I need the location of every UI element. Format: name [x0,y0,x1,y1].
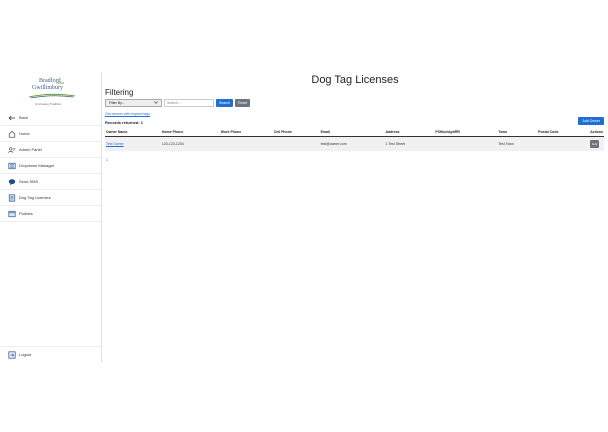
col-email[interactable]: Email [319,128,385,137]
cell-email: test@owner.com [319,136,385,151]
filter-select-value: Filter By... [109,101,125,105]
table-header-row: Owner Name Home Phone Work Phone Cell Ph… [105,128,604,137]
logout-label: Logout [19,352,32,357]
filter-heading: Filtering [105,88,134,97]
sidebar: Bradford West Gwillimbury A Growing Trad… [0,72,102,362]
expired-tags-link[interactable]: Get owners with expired tags [105,112,150,116]
list-icon [7,162,17,170]
home-icon [7,130,17,138]
edit-button[interactable]: Edit [590,140,600,148]
logo-tagline: A Growing Tradition [35,102,62,106]
col-address[interactable]: Address [384,128,435,137]
cell-cell-phone [272,136,320,151]
cell-postal-code [537,136,590,151]
sidebar-item-dropdown-manager[interactable]: Dropdown Manager [0,158,101,174]
policy-icon [7,210,17,218]
back-link[interactable]: Back [0,110,101,126]
users-icon [7,146,17,154]
cell-owner-name: Test Owner [105,136,161,151]
logout-icon [7,350,17,359]
sidebar-item-label: Dog Tag Licenses [19,195,51,200]
logout-link[interactable]: Logout [0,346,101,362]
filter-select[interactable]: Filter By... [105,99,162,107]
filter-row: Filter By... Search... Search Reset [105,99,251,108]
owners-table: Owner Name Home Phone Work Phone Cell Ph… [105,128,604,151]
document-icon [7,193,17,202]
sidebar-item-dog-tag-licenses[interactable]: Dog Tag Licenses [0,190,101,206]
app-window: Bradford West Gwillimbury A Growing Trad… [0,72,608,362]
sidebar-item-label: Home [19,131,30,136]
col-actions: Actions [589,128,604,137]
sidebar-item-home[interactable]: Home [0,126,101,142]
owner-link[interactable]: Test Owner [106,142,124,146]
back-label: Back [19,115,28,120]
logo-text-2: Gwillimbury [32,85,63,91]
records-count: Records returned: 1 [105,120,144,125]
sidebar-item-policies[interactable]: Policies [0,206,101,222]
cell-home-phone: 123-123-1234 [160,136,220,151]
col-cell-phone[interactable]: Cell Phone [272,128,320,137]
cell-actions: Edit [589,136,604,151]
sidebar-item-admin-panel[interactable]: Admin Panel [0,142,101,158]
pagination-page[interactable]: 1 [106,158,108,162]
search-button[interactable]: Search [216,99,234,107]
col-owner-name[interactable]: Owner Name [105,128,161,137]
sidebar-item-send-sms[interactable]: Send SMS [0,174,101,190]
logo-swoosh-icon [28,93,76,99]
reset-button[interactable]: Reset [235,99,251,107]
chevron-down-icon [154,101,158,105]
chat-icon [7,178,17,186]
col-home-phone[interactable]: Home Phone [160,128,220,137]
col-postal-code[interactable]: Postal Code [537,128,590,137]
cell-pobox [434,136,498,151]
add-owner-button[interactable]: Add Owner [578,117,604,125]
main-content: Dog Tag Licenses Filtering Filter By... … [105,72,605,362]
col-town[interactable]: Town [497,128,538,137]
page-title: Dog Tag Licenses [311,74,399,86]
cell-town: Test Town [497,136,538,151]
sidebar-item-label: Policies [19,211,33,216]
sidebar-item-label: Send SMS [19,179,39,184]
table-row: Test Owner 123-123-1234 test@owner.com 1… [105,136,604,151]
cell-work-phone [219,136,273,151]
col-work-phone[interactable]: Work Phone [219,128,273,137]
col-pobox[interactable]: POBox/Apt/RR [434,128,498,137]
search-input[interactable]: Search... [164,99,214,107]
sidebar-item-label: Dropdown Manager [19,163,55,168]
back-arrow-icon [7,114,17,122]
cell-address: 1 Test Street [384,136,435,151]
sidebar-item-label: Admin Panel [19,147,42,152]
logo: Bradford West Gwillimbury A Growing Trad… [22,76,82,106]
